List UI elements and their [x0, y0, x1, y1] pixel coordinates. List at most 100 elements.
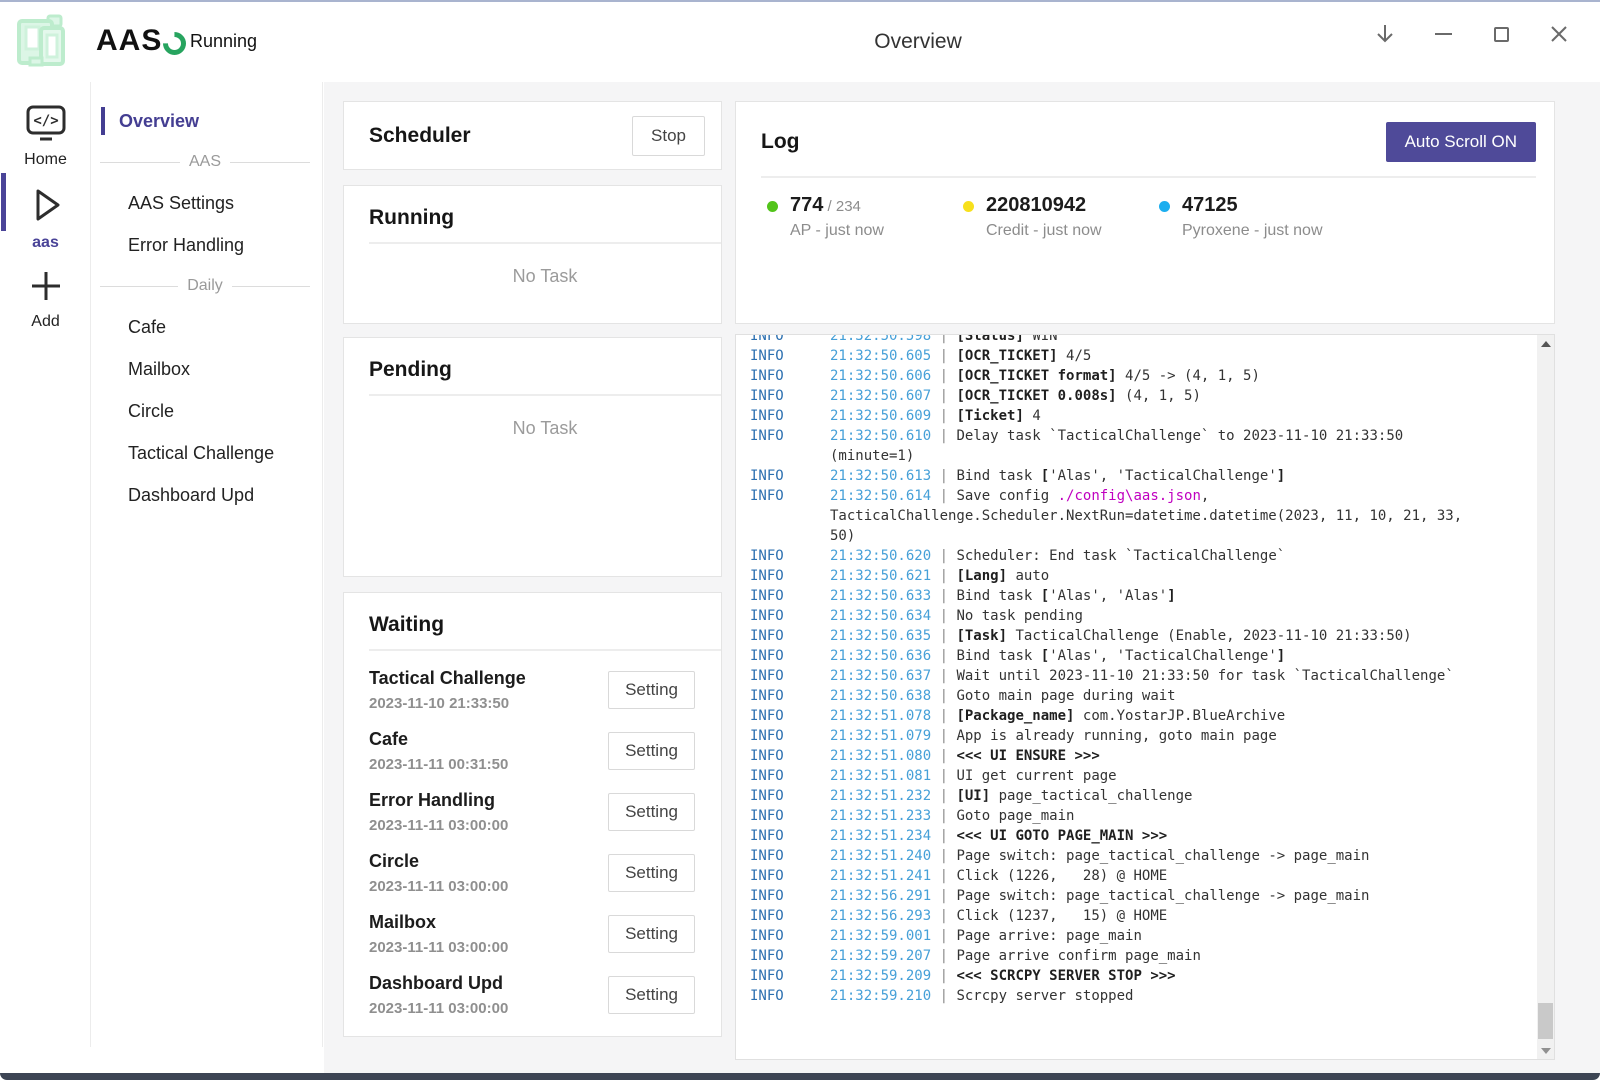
log-level: INFO — [750, 546, 830, 566]
log-level: INFO — [750, 946, 830, 966]
waiting-title: Waiting — [369, 613, 721, 637]
log-line: INFO21:32:50.635 | [Task] TacticalChalle… — [750, 626, 1465, 646]
stat-label: Credit - just now — [986, 222, 1102, 240]
sidebar-item-overview[interactable]: Overview — [92, 100, 322, 142]
download-update-icon[interactable] — [1372, 21, 1398, 47]
setting-button[interactable]: Setting — [608, 671, 695, 709]
log-output[interactable]: INFO21:32:50.598 | [Status] WININFO21:32… — [735, 334, 1555, 1060]
log-level: INFO — [750, 926, 830, 946]
scrollbar-thumb[interactable] — [1538, 1003, 1553, 1039]
waiting-task-row: Circle2023-11-11 03:00:00Setting — [369, 842, 705, 903]
setting-button[interactable]: Setting — [608, 915, 695, 953]
log-timestamp: 21:32:50.598 — [830, 334, 931, 344]
log-separator: | — [931, 348, 956, 364]
running-title: Running — [369, 206, 721, 230]
rail-item-aas[interactable]: aas — [0, 169, 91, 252]
rail-item-label: Add — [31, 313, 59, 331]
log-message-segment: ./config\aas.json — [1058, 488, 1201, 504]
running-empty-text: No Task — [369, 266, 721, 287]
log-line: INFO21:32:50.638 | Goto main page during… — [750, 686, 1465, 706]
waiting-task-info: Circle2023-11-11 03:00:00 — [369, 851, 608, 895]
sidebar-item-error-handling[interactable]: Error Handling — [92, 224, 322, 266]
log-message-segment: No task pending — [956, 608, 1082, 624]
log-timestamp: 21:32:50.606 — [830, 368, 931, 384]
waiting-card: Waiting Tactical Challenge2023-11-10 21:… — [343, 592, 722, 1037]
log-level: INFO — [750, 646, 830, 666]
log-line: INFO21:32:50.637 | Wait until 2023-11-10… — [750, 666, 1465, 686]
log-message-segment: [Package_name] — [956, 708, 1074, 724]
sidebar-item-aas-settings[interactable]: AAS Settings — [92, 182, 322, 224]
log-timestamp: 21:32:50.609 — [830, 408, 931, 424]
stat-dot — [767, 201, 778, 212]
waiting-task-name: Cafe — [369, 729, 608, 750]
log-timestamp: 21:32:51.234 — [830, 828, 931, 844]
waiting-task-name: Mailbox — [369, 912, 608, 933]
log-line: INFO21:32:51.241 | Click (1226, 28) @ HO… — [750, 866, 1465, 886]
log-separator: | — [931, 648, 956, 664]
stat-value: 220810942 — [986, 194, 1102, 217]
log-timestamp: 21:32:51.078 — [830, 708, 931, 724]
maximize-icon[interactable] — [1488, 21, 1514, 47]
log-scrollbar[interactable] — [1537, 335, 1554, 1059]
log-timestamp: 21:32:50.638 — [830, 688, 931, 704]
rail-item-add[interactable]: Add — [0, 252, 91, 331]
sidebar-group-label: Daily — [187, 277, 223, 295]
log-line: INFO21:32:50.621 | [Lang] auto — [750, 566, 1465, 586]
stat-text: 774 / 234AP - just now — [790, 194, 884, 240]
log-timestamp: 21:32:59.207 — [830, 948, 931, 964]
log-line: INFO21:32:59.209 | <<< SCRCPY SERVER STO… — [750, 966, 1465, 986]
divider-line — [230, 162, 310, 163]
log-message-segment: page_tactical_challenge — [990, 788, 1192, 804]
log-message-segment: Bind task — [956, 648, 1040, 664]
auto-scroll-button[interactable]: Auto Scroll ON — [1386, 122, 1536, 162]
log-message-segment: <<< UI GOTO PAGE_MAIN >>> — [956, 828, 1167, 844]
sidebar-item-tactical-challenge[interactable]: Tactical Challenge — [92, 432, 322, 474]
log-message-segment: 'Alas', 'Alas' — [1049, 588, 1167, 604]
log-level: INFO — [750, 746, 830, 766]
setting-button[interactable]: Setting — [608, 793, 695, 831]
log-level: INFO — [750, 366, 830, 386]
task-sidebar: Overview AAS AAS SettingsError Handling Dai… — [92, 82, 323, 1047]
log-timestamp: 21:32:50.614 — [830, 488, 931, 504]
sidebar-group-label: AAS — [189, 153, 221, 171]
log-separator: | — [931, 628, 956, 644]
close-icon[interactable] — [1546, 21, 1572, 47]
log-message-segment: TacticalChallenge (Enable, 2023-11-10 21… — [1007, 628, 1412, 644]
log-separator: | — [931, 788, 956, 804]
log-message-segment: Save config — [956, 488, 1057, 504]
log-timestamp: 21:32:56.293 — [830, 908, 931, 924]
sidebar-item-mailbox[interactable]: Mailbox — [92, 348, 322, 390]
waiting-task-name: Tactical Challenge — [369, 668, 608, 689]
log-message-segment: [Ticket] — [956, 408, 1023, 424]
log-timestamp: 21:32:59.209 — [830, 968, 931, 984]
scroll-up-icon[interactable] — [1537, 335, 1554, 352]
waiting-task-list: Tactical Challenge2023-11-10 21:33:50Set… — [369, 659, 721, 1025]
log-message-segment: [ — [1041, 468, 1049, 484]
sidebar-item-cafe[interactable]: Cafe — [92, 306, 322, 348]
stat-item: 47125Pyroxene - just now — [1153, 194, 1349, 240]
sidebar-item-dashboard-upd[interactable]: Dashboard Upd — [92, 474, 322, 516]
stat-value: 47125 — [1182, 194, 1323, 217]
setting-button[interactable]: Setting — [608, 854, 695, 892]
log-level: INFO — [750, 346, 830, 366]
scheduler-status-text: Running — [190, 31, 257, 52]
log-timestamp: 21:32:50.635 — [830, 628, 931, 644]
setting-button[interactable]: Setting — [608, 976, 695, 1014]
pending-title: Pending — [369, 358, 721, 382]
log-message-segment: com.YostarJP.BlueArchive — [1074, 708, 1285, 724]
log-message-segment: Page arrive confirm page_main — [956, 948, 1200, 964]
rail-item-home[interactable]: </> Home — [0, 82, 91, 169]
log-title: Log — [761, 130, 799, 154]
log-separator: | — [931, 428, 956, 444]
log-level: INFO — [750, 706, 830, 726]
sidebar-item-circle[interactable]: Circle — [92, 390, 322, 432]
scheduler-card: Scheduler Stop — [343, 101, 722, 170]
stop-button[interactable]: Stop — [632, 116, 705, 156]
scroll-down-icon[interactable] — [1537, 1042, 1554, 1059]
stat-item: 774 / 234AP - just now — [761, 194, 957, 240]
log-level: INFO — [750, 866, 830, 886]
minimize-icon[interactable] — [1430, 21, 1456, 47]
log-message-segment: ] — [1167, 588, 1175, 604]
setting-button[interactable]: Setting — [608, 732, 695, 770]
log-timestamp: 21:32:51.081 — [830, 768, 931, 784]
